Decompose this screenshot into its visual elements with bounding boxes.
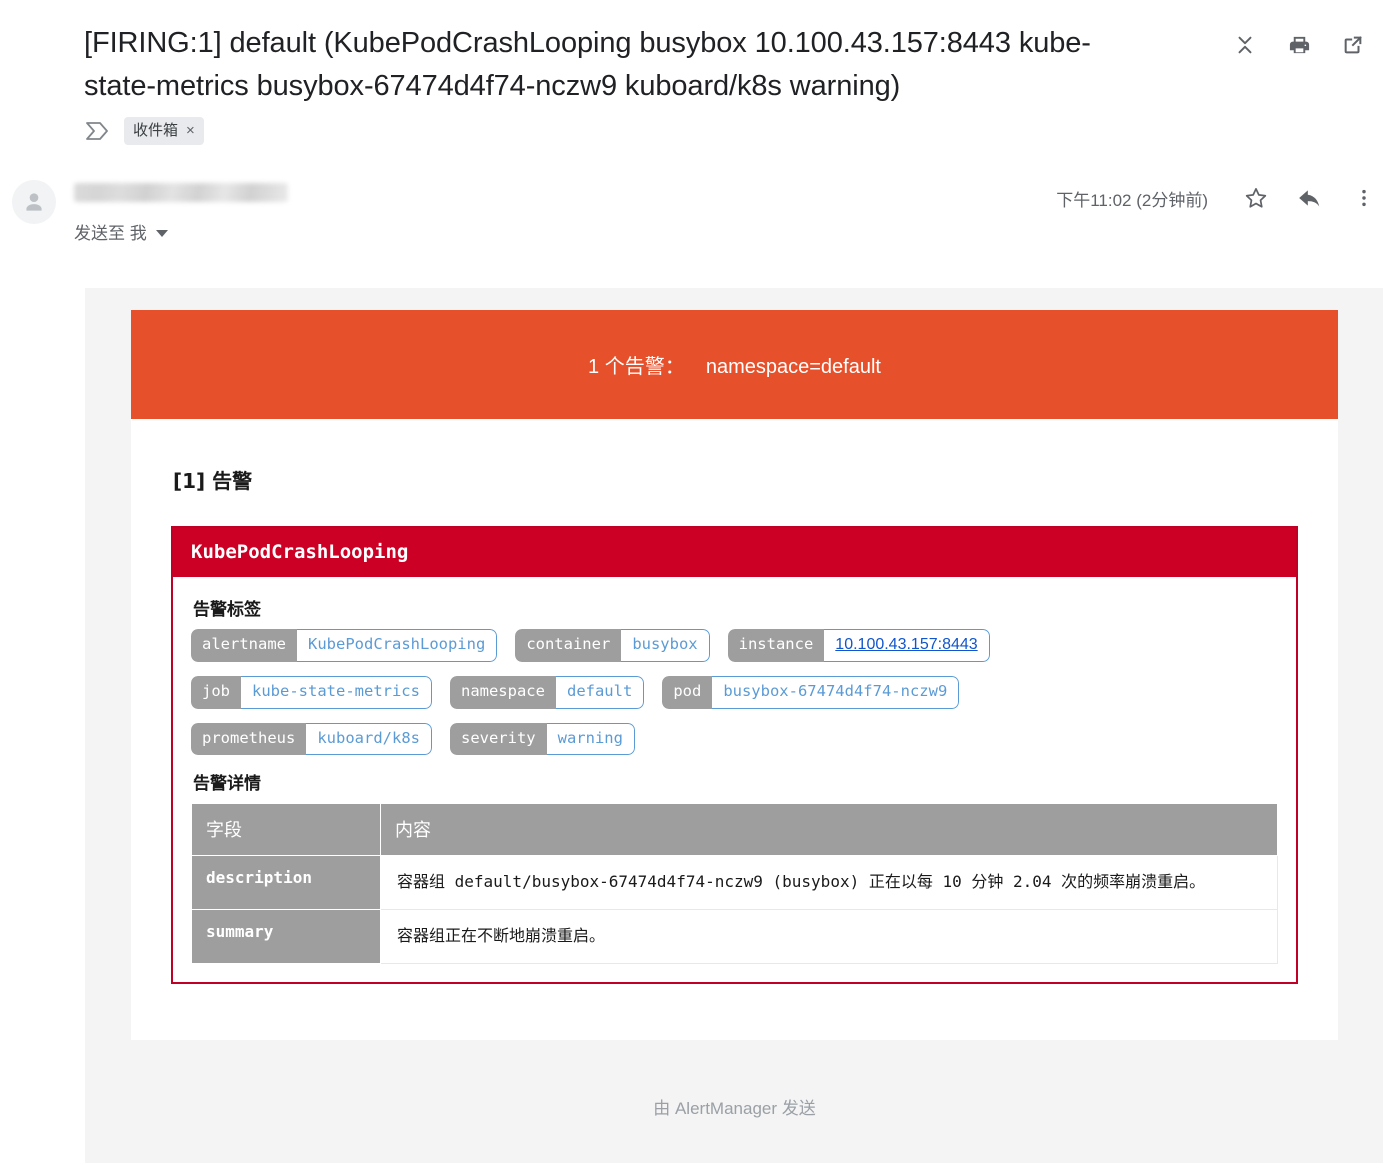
alert-count-label: 1 个告警： [588,356,685,378]
table-header-content: 内容 [380,803,1278,856]
label-pill-value: kube-state-metrics [241,676,432,709]
message-actions: 下午11:02 (2分钟前) [1056,180,1378,212]
page-title: [FIRING:1] default (KubePodCrashLooping … [84,27,1091,102]
table-header-field: 字段 [191,803,381,856]
subject-row: [FIRING:1] default (KubePodCrashLooping … [0,0,1400,108]
alert-name: KubePodCrashLooping [173,528,1296,577]
label-pill-value: kuboard/k8s [306,722,432,755]
label-pill-alertname: alertname KubePodCrashLooping [191,629,498,662]
label-pill-container: container busybox [515,629,710,662]
label-pill-prometheus: prometheus kuboard/k8s [191,722,432,755]
avatar [12,180,56,224]
alert-grouping-label: namespace=default [705,356,881,378]
chevron-down-icon [155,230,168,237]
label-pill-value: default [555,676,645,709]
label-pill-value: busybox [621,629,710,662]
label-pill-value: warning [546,722,635,755]
label-pill-instance: instance 10.100.43.157:8443 [727,629,990,662]
labels-section-title: 告警标签 [193,600,261,620]
label-pill-value-link[interactable]: 10.100.43.157:8443 [824,629,990,662]
alert-card-body: 告警标签 alertname KubePodCrashLooping conta… [173,577,1296,982]
header-actions [1232,22,1378,58]
alert-labels-list: alertname KubePodCrashLooping container … [191,629,1278,662]
label-pill-pod: pod busybox-67474d4f74-nczw9 [662,676,960,709]
message-timestamp: 下午11:02 (2分钟前) [1056,190,1208,210]
star-icon[interactable] [1242,184,1270,212]
table-cell-field: summary [191,909,381,964]
label-pill-key: container [515,629,622,662]
inbox-arrow-icon [84,120,110,142]
print-icon[interactable] [1286,32,1312,58]
alert-labels-list: prometheus kuboard/k8s severity warning [191,722,1278,755]
table-cell-field: description [191,855,381,910]
details-section-title: 告警详情 [193,774,261,794]
reply-icon[interactable] [1296,184,1324,212]
collapse-all-icon[interactable] [1232,32,1258,58]
sender-name-redacted[interactable] [74,183,288,202]
more-options-icon[interactable] [1350,184,1378,212]
label-pill-value: KubePodCrashLooping [297,629,498,662]
sender-block: 发送至 我 [74,180,1056,244]
alert-group-title: [1] 告警 [173,469,253,493]
email-footer: 由 AlertManager 发送 [131,1040,1338,1163]
email-body: 1 个告警： namespace=default [1] 告警 KubePodC… [85,288,1383,1163]
table-cell-content: 容器组 default/busybox-67474d4f74-nczw9 (bu… [380,855,1278,910]
table-header-row: 字段 内容 [191,803,1278,856]
label-pill-key: namespace [449,676,556,709]
alert-panel: [1] 告警 KubePodCrashLooping 告警标签 alertnam… [131,419,1338,1040]
label-row: 收件箱 × [0,108,1400,148]
alert-labels-list: job kube-state-metrics namespace default… [191,676,1278,709]
alert-card: KubePodCrashLooping 告警标签 alertname KubeP… [171,526,1298,984]
label-pill-key: job [191,676,241,709]
open-in-new-window-icon[interactable] [1340,32,1366,58]
label-pill-key: pod [662,676,713,709]
alert-details-table: 字段 内容 description 容器组 default/busybox-67… [191,803,1278,964]
table-row: summary 容器组正在不断地崩溃重启。 [191,909,1278,964]
recipient-label: 发送至 我 [74,224,147,243]
label-pill-namespace: namespace default [449,676,645,709]
recipient-toggle[interactable]: 发送至 我 [74,219,168,244]
label-pill-severity: severity warning [449,722,635,755]
label-pill-key: instance [727,629,825,662]
close-icon[interactable]: × [186,123,195,138]
label-pill-key: alertname [191,629,297,662]
table-row: description 容器组 default/busybox-67474d4f… [191,855,1278,910]
alert-banner: 1 个告警： namespace=default [131,310,1338,419]
label-pill-job: job kube-state-metrics [191,676,432,709]
label-pill-value: busybox-67474d4f74-nczw9 [712,676,960,709]
table-cell-content: 容器组正在不断地崩溃重启。 [380,909,1278,964]
label-pill-key: prometheus [191,722,307,755]
label-pill-key: severity [449,722,547,755]
message-header: 发送至 我 下午11:02 (2分钟前) [0,148,1400,244]
label-chip-inbox[interactable]: 收件箱 × [124,117,204,145]
label-chip-text: 收件箱 [133,122,179,139]
panel-spacer [171,984,1298,1040]
